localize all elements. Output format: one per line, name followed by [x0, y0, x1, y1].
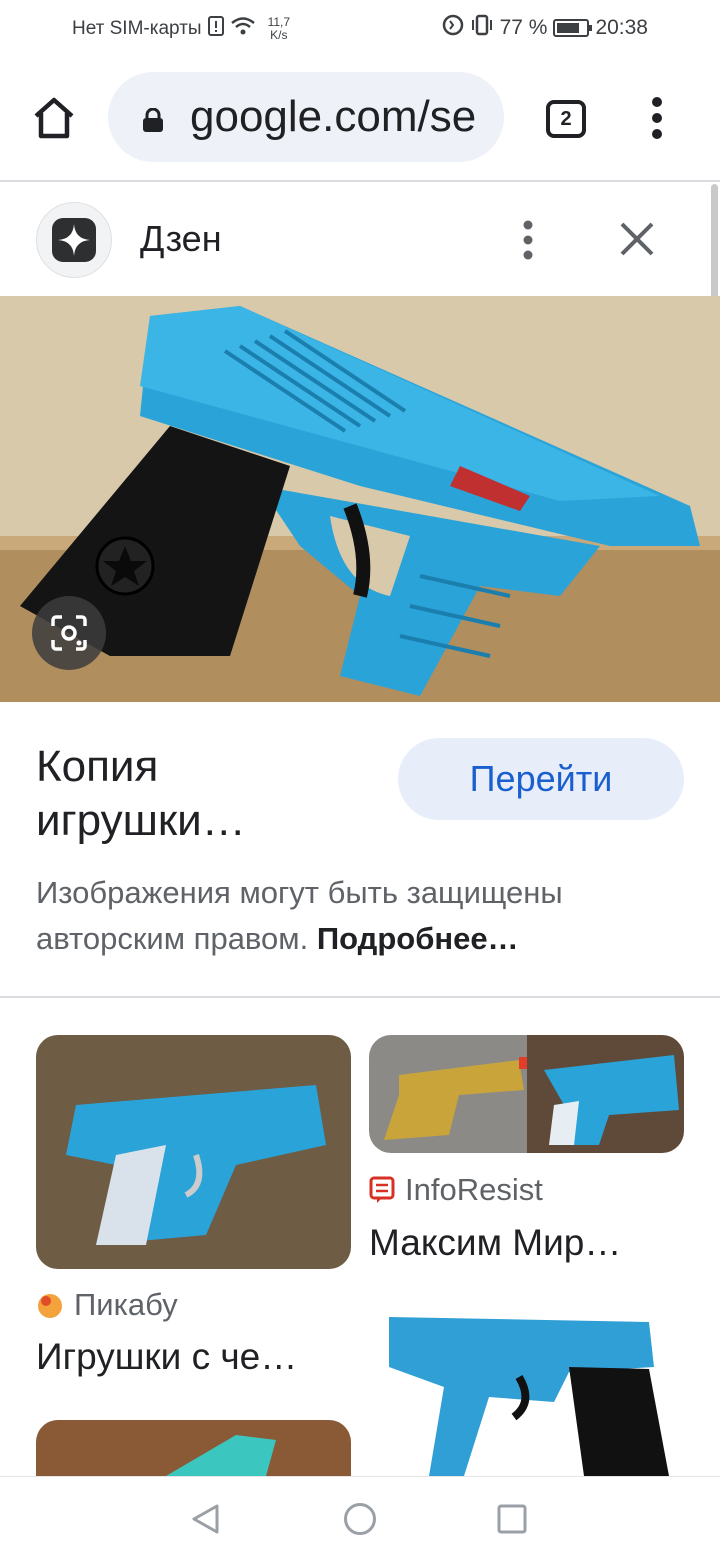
source-header: Дзен	[0, 182, 710, 296]
home-icon	[34, 97, 74, 139]
home-nav-button[interactable]	[343, 1502, 377, 1536]
status-left: Нет SIM-карты 11,7 K/s	[72, 16, 290, 42]
tab-switcher-button[interactable]: 2	[546, 100, 586, 138]
inforesist-icon	[369, 1176, 395, 1203]
pikabu-icon	[38, 1294, 62, 1318]
related-thumb-4[interactable]	[369, 1307, 684, 1476]
zen-star-icon	[52, 218, 96, 262]
recents-nav-button[interactable]	[497, 1504, 527, 1534]
google-lens-button[interactable]	[32, 596, 106, 670]
related-title-1[interactable]: Игрушки с че…	[36, 1336, 297, 1378]
status-right: 77 % 20:38	[442, 14, 648, 42]
tab-count: 2	[560, 107, 572, 130]
url-bar[interactable]: google.com/se	[108, 72, 504, 162]
related-source-1-label: Пикабу	[74, 1287, 178, 1322]
related-thumb-2[interactable]	[369, 1035, 684, 1153]
toy-pistol-image	[0, 296, 720, 702]
speed-value: 11,7	[267, 15, 291, 29]
battery-fill	[557, 23, 579, 33]
status-bar: Нет SIM-карты 11,7 K/s 77 % 20:38	[0, 0, 720, 56]
close-icon	[620, 222, 654, 256]
speed-unit: K/s	[270, 28, 288, 42]
related-thumb-1[interactable]	[36, 1035, 351, 1269]
home-button[interactable]	[30, 94, 78, 142]
source-name[interactable]: Дзен	[140, 218, 222, 260]
related-image-1	[36, 1035, 351, 1269]
copyright-notice: Изображения могут быть защищены авторски…	[36, 870, 686, 962]
vibrate-icon	[470, 14, 494, 42]
network-speed: 11,7 K/s	[268, 16, 290, 42]
result-title: Копия игрушки…	[36, 742, 246, 845]
battery-icon	[553, 19, 593, 37]
clock: 20:38	[595, 16, 648, 39]
visit-button[interactable]: Перейти	[398, 738, 684, 820]
more-info-link[interactable]: Подробнее…	[317, 921, 519, 956]
url-text: google.com/se	[190, 92, 477, 141]
more-vert-icon	[523, 220, 533, 260]
carrier-label: Нет SIM-карты	[72, 18, 202, 39]
section-divider	[0, 996, 720, 998]
browser-menu-button[interactable]	[650, 96, 664, 140]
more-vert-icon	[652, 97, 662, 139]
related-title-2[interactable]: Максим Мир…	[369, 1222, 621, 1264]
battery-percent: 77 %	[499, 16, 548, 39]
related-source-2: InfoResist	[369, 1172, 543, 1208]
related-image-4	[369, 1307, 684, 1476]
back-nav-button[interactable]	[190, 1503, 220, 1535]
sim-alert-icon	[207, 16, 224, 42]
related-thumb-3[interactable]	[36, 1420, 351, 1476]
main-image[interactable]	[0, 296, 720, 702]
close-button[interactable]	[618, 220, 656, 258]
wifi-icon	[230, 16, 256, 42]
related-image-3	[36, 1420, 351, 1476]
visit-button-label: Перейти	[469, 758, 613, 799]
related-image-2	[369, 1035, 684, 1153]
lens-icon	[51, 615, 87, 651]
related-source-1: Пикабу	[36, 1287, 178, 1323]
source-options-button[interactable]	[520, 220, 536, 260]
related-source-2-label: InfoResist	[405, 1172, 543, 1207]
zen-logo	[36, 202, 112, 278]
browser-toolbar: google.com/se 2	[0, 56, 720, 180]
lock-icon	[143, 108, 163, 132]
system-navbar	[0, 1476, 720, 1560]
data-saver-icon	[442, 14, 464, 42]
